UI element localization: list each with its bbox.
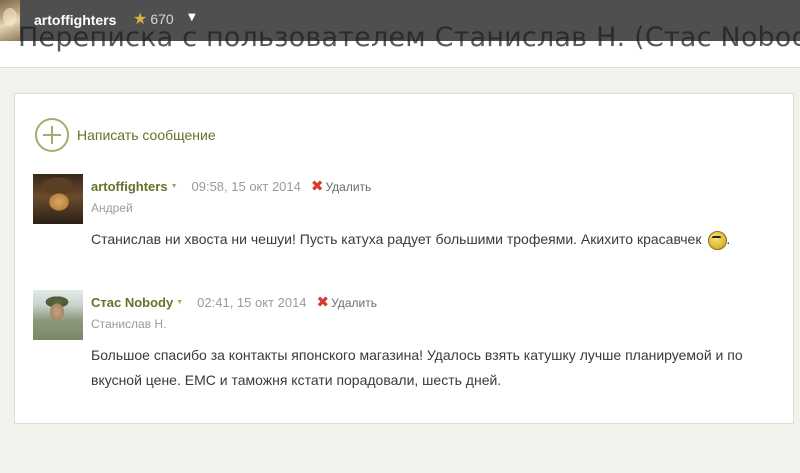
message-body: Станислав ни хвоста ни чешуи! Пусть кату… xyxy=(91,227,751,252)
author-menu-caret-icon[interactable]: ▼ xyxy=(176,299,183,306)
message-text: Станислав ни хвоста ни чешуи! Пусть кату… xyxy=(91,231,702,247)
message-author[interactable]: artoffighters xyxy=(91,179,168,194)
message-header: artoffighters ▼ 09:58, 15 окт 2014 ✖ Уда… xyxy=(91,179,371,194)
write-message-label: Написать сообщение xyxy=(77,127,216,143)
message-avatar[interactable] xyxy=(33,174,83,224)
rating-value: 670 xyxy=(150,11,174,27)
x-icon: ✖ xyxy=(310,178,324,195)
delete-label: Удалить xyxy=(331,295,377,310)
plus-circle-icon xyxy=(35,118,69,152)
message-header: Стас Nobody ▼ 02:41, 15 окт 2014 ✖ Удали… xyxy=(91,295,377,310)
smiley-icon xyxy=(707,228,728,250)
message-time: 02:41, 15 окт 2014 xyxy=(197,295,307,310)
conversation-card: Написать сообщение artoffighters ▼ 09:58… xyxy=(14,93,794,424)
user-menu-caret-icon[interactable]: ▼ xyxy=(188,12,196,23)
user-menu-name[interactable]: artoffighters xyxy=(34,12,116,28)
x-icon: ✖ xyxy=(316,294,330,311)
user-rating: ★ 670 xyxy=(133,9,174,28)
author-menu-caret-icon[interactable]: ▼ xyxy=(171,183,178,190)
star-icon: ★ xyxy=(133,9,148,28)
delete-message-button[interactable]: ✖ Удалить xyxy=(311,179,371,194)
write-message-button[interactable]: Написать сообщение xyxy=(35,118,216,152)
author-real-name: Андрей xyxy=(91,201,133,215)
top-bar: artoffighters ★ 670 ▼ xyxy=(0,0,800,41)
delete-label: Удалить xyxy=(325,179,372,194)
delete-message-button[interactable]: ✖ Удалить xyxy=(317,295,377,310)
author-real-name: Станислав Н. xyxy=(91,317,167,331)
message-body: Большое спасибо за контакты японского ма… xyxy=(91,347,743,388)
message-avatar[interactable] xyxy=(33,290,83,340)
message-time: 09:58, 15 окт 2014 xyxy=(191,179,301,194)
user-avatar[interactable] xyxy=(0,0,20,41)
message-author[interactable]: Стас Nobody xyxy=(91,295,173,310)
page: Переписка с пользователем Станислав Н. (… xyxy=(0,0,800,473)
